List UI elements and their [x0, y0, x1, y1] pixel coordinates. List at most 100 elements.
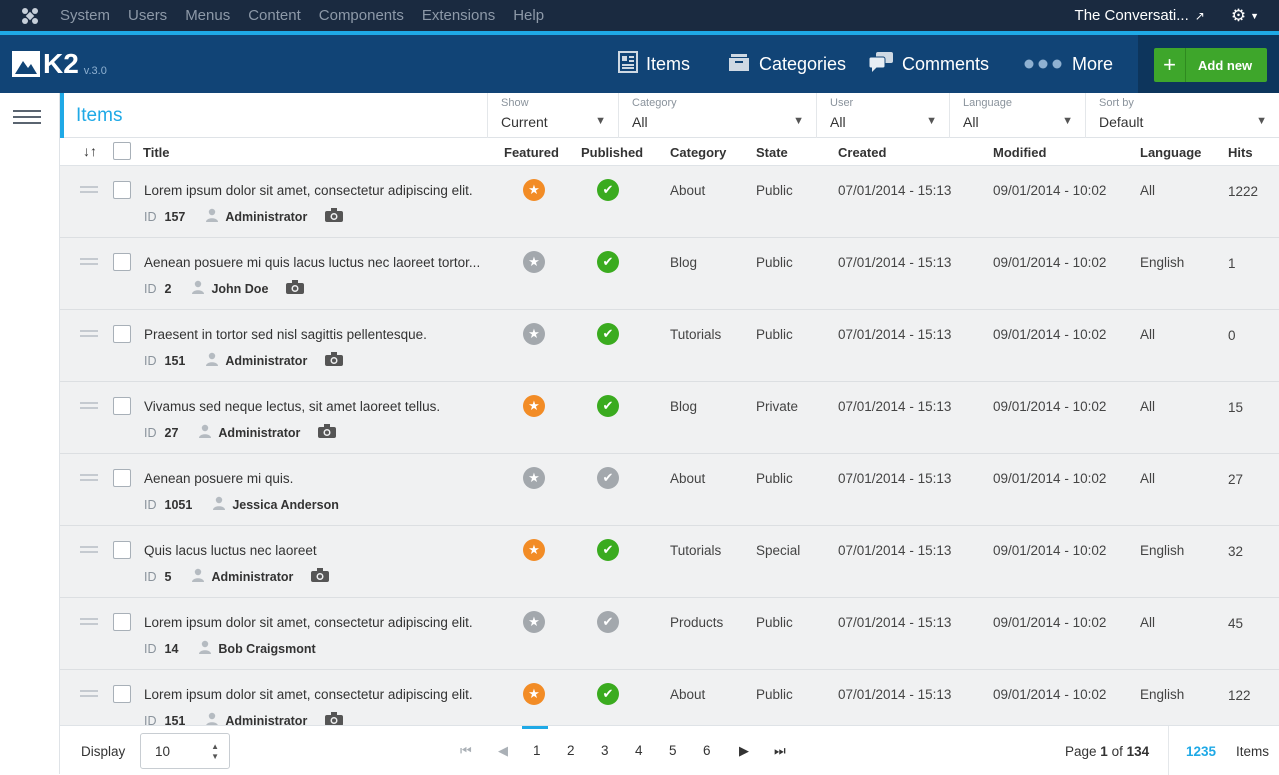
col-category[interactable]: Category: [670, 145, 726, 160]
table-row[interactable]: Aenean posuere mi quis lacus luctus nec …: [60, 238, 1279, 310]
camera-icon[interactable]: [325, 352, 344, 369]
row-checkbox[interactable]: [113, 253, 131, 271]
drag-handle-icon[interactable]: [80, 258, 98, 268]
drag-handle-icon[interactable]: [80, 690, 98, 700]
drag-handle-icon[interactable]: [80, 186, 98, 196]
item-author-link[interactable]: Administrator: [211, 570, 293, 584]
external-link-icon[interactable]: ↗: [1195, 9, 1205, 23]
filter-category[interactable]: Category All ▼: [618, 93, 816, 138]
drag-handle-icon[interactable]: [80, 402, 98, 412]
featured-star-icon[interactable]: ★: [523, 251, 545, 273]
add-new-button[interactable]: + Add new: [1154, 48, 1267, 82]
camera-icon[interactable]: [318, 424, 337, 441]
featured-star-icon[interactable]: ★: [523, 611, 545, 633]
hamburger-menu-icon[interactable]: [13, 110, 41, 128]
row-checkbox[interactable]: [113, 397, 131, 415]
next-page-icon[interactable]: ▶: [739, 743, 749, 759]
menu-extensions[interactable]: Extensions: [422, 7, 495, 24]
item-author-link[interactable]: Bob Craigsmont: [218, 642, 315, 656]
published-check-icon[interactable]: ✔: [597, 251, 619, 273]
table-row[interactable]: Lorem ipsum dolor sit amet, consectetur …: [60, 598, 1279, 670]
featured-star-icon[interactable]: ★: [523, 539, 545, 561]
table-row[interactable]: Quis lacus luctus nec laoreet ID 5 Admin…: [60, 526, 1279, 598]
camera-icon[interactable]: [286, 280, 305, 297]
first-page-icon[interactable]: ⏮: [460, 743, 472, 759]
page-number-link[interactable]: 6: [703, 743, 711, 758]
nav-categories[interactable]: Categories: [727, 35, 846, 93]
page-number-link[interactable]: 3: [601, 743, 609, 758]
col-hits[interactable]: Hits: [1228, 145, 1253, 160]
page-number-link[interactable]: 2: [567, 743, 575, 758]
filter-show[interactable]: Show Current ▼: [487, 93, 618, 138]
menu-system[interactable]: System: [60, 7, 110, 24]
item-author-link[interactable]: Administrator: [225, 354, 307, 368]
filter-user[interactable]: User All ▼: [816, 93, 949, 138]
nav-comments[interactable]: Comments: [868, 35, 989, 93]
prev-page-icon[interactable]: ◀: [498, 743, 508, 759]
menu-users[interactable]: Users: [128, 7, 167, 24]
row-checkbox[interactable]: [113, 325, 131, 343]
drag-handle-icon[interactable]: [80, 618, 98, 628]
page-number-link[interactable]: 4: [635, 743, 643, 758]
table-row[interactable]: Aenean posuere mi quis. ID 1051 Jessica …: [60, 454, 1279, 526]
item-title-link[interactable]: Lorem ipsum dolor sit amet, consectetur …: [144, 687, 473, 702]
k2-logo[interactable]: K2 v.3.0: [12, 50, 107, 78]
item-title-link[interactable]: Vivamus sed neque lectus, sit amet laore…: [144, 399, 440, 414]
featured-star-icon[interactable]: ★: [523, 395, 545, 417]
featured-star-icon[interactable]: ★: [523, 683, 545, 705]
col-state[interactable]: State: [756, 145, 788, 160]
row-checkbox[interactable]: [113, 469, 131, 487]
page-number-link[interactable]: 1: [533, 743, 541, 758]
item-title-link[interactable]: Lorem ipsum dolor sit amet, consectetur …: [144, 183, 473, 198]
menu-components[interactable]: Components: [319, 7, 404, 24]
nav-items[interactable]: Items: [618, 35, 690, 93]
display-count-select[interactable]: 10 ▲ ▼: [140, 733, 230, 769]
item-author-link[interactable]: Jessica Anderson: [232, 498, 339, 512]
drag-handle-icon[interactable]: [80, 546, 98, 556]
published-check-icon[interactable]: ✔: [597, 611, 619, 633]
select-all-checkbox[interactable]: [113, 142, 131, 160]
camera-icon[interactable]: [311, 568, 330, 585]
row-checkbox[interactable]: [113, 685, 131, 703]
featured-star-icon[interactable]: ★: [523, 179, 545, 201]
published-check-icon[interactable]: ✔: [597, 179, 619, 201]
nav-more[interactable]: More: [1024, 35, 1113, 93]
published-check-icon[interactable]: ✔: [597, 467, 619, 489]
item-title-link[interactable]: Aenean posuere mi quis lacus luctus nec …: [144, 255, 480, 270]
camera-icon[interactable]: [325, 208, 344, 225]
published-check-icon[interactable]: ✔: [597, 395, 619, 417]
item-author-link[interactable]: Administrator: [218, 426, 300, 440]
table-row[interactable]: Vivamus sed neque lectus, sit amet laore…: [60, 382, 1279, 454]
site-name-link[interactable]: The Conversati...: [1075, 7, 1189, 24]
item-author-link[interactable]: Administrator: [225, 210, 307, 224]
sort-order-icon[interactable]: ↓↑: [83, 143, 97, 159]
col-created[interactable]: Created: [838, 145, 886, 160]
drag-handle-icon[interactable]: [80, 474, 98, 484]
published-check-icon[interactable]: ✔: [597, 323, 619, 345]
page-number-link[interactable]: 5: [669, 743, 677, 758]
item-title-link[interactable]: Lorem ipsum dolor sit amet, consectetur …: [144, 615, 473, 630]
col-language[interactable]: Language: [1140, 145, 1201, 160]
item-title-link[interactable]: Aenean posuere mi quis.: [144, 471, 293, 486]
gear-icon[interactable]: ⚙: [1231, 6, 1246, 26]
item-title-link[interactable]: Praesent in tortor sed nisl sagittis pel…: [144, 327, 427, 342]
joomla-logo-icon[interactable]: [0, 6, 60, 26]
col-modified[interactable]: Modified: [993, 145, 1046, 160]
col-featured[interactable]: Featured: [504, 145, 559, 160]
item-title-link[interactable]: Quis lacus luctus nec laoreet: [144, 543, 317, 558]
last-page-icon[interactable]: ⏭: [774, 743, 786, 759]
item-author-link[interactable]: John Doe: [211, 282, 268, 296]
featured-star-icon[interactable]: ★: [523, 467, 545, 489]
filter-language[interactable]: Language All ▼: [949, 93, 1085, 138]
filter-sort[interactable]: Sort by Default ▼: [1085, 93, 1279, 138]
row-checkbox[interactable]: [113, 181, 131, 199]
published-check-icon[interactable]: ✔: [597, 539, 619, 561]
table-row[interactable]: Praesent in tortor sed nisl sagittis pel…: [60, 310, 1279, 382]
table-row[interactable]: Lorem ipsum dolor sit amet, consectetur …: [60, 166, 1279, 238]
row-checkbox[interactable]: [113, 541, 131, 559]
drag-handle-icon[interactable]: [80, 330, 98, 340]
row-checkbox[interactable]: [113, 613, 131, 631]
col-title[interactable]: Title: [143, 145, 170, 160]
chevron-down-icon[interactable]: ▼: [1250, 11, 1259, 21]
published-check-icon[interactable]: ✔: [597, 683, 619, 705]
